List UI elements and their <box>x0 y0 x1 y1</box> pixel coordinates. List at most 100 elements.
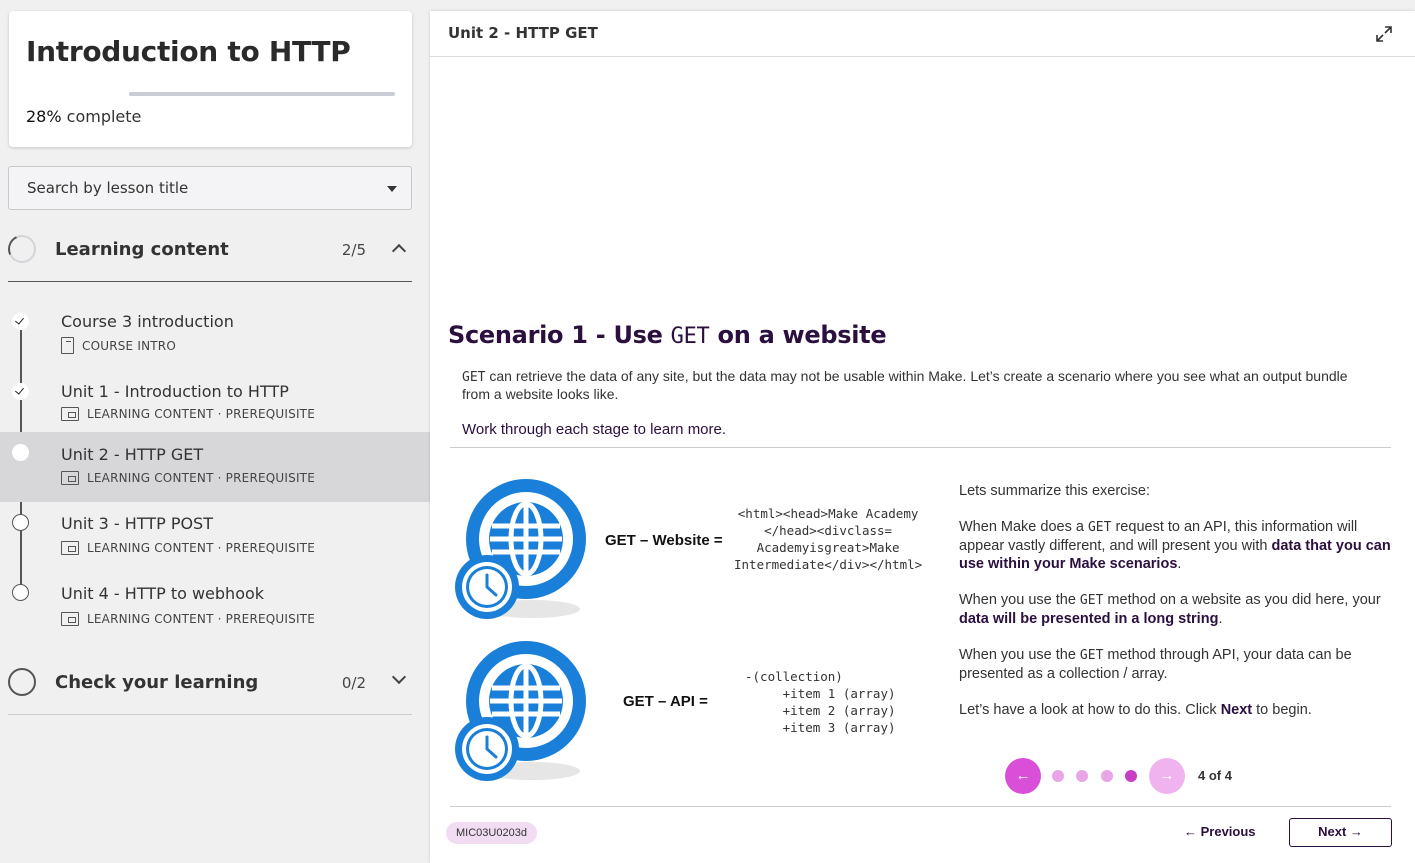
lesson-panel: Unit 2 - HTTP GET Scenario 1 - Use GET o… <box>430 11 1415 863</box>
pager-dot[interactable] <box>1076 770 1088 782</box>
presentation-icon <box>61 407 79 421</box>
summary-p4: When you use the GET method through API,… <box>959 646 1399 683</box>
lesson-meta: LEARNING CONTENT · PREREQUISITE <box>61 612 315 626</box>
section-learning-content[interactable]: Learning content 2/5 <box>4 228 412 272</box>
pager-prev-button[interactable]: ← <box>1005 758 1041 794</box>
lesson-meta: LEARNING CONTENT · PREREQUISITE <box>61 541 315 555</box>
lesson-course-3-introduction[interactable]: Course 3 introduction COURSE INTRO <box>0 300 430 370</box>
lesson-search-dropdown[interactable]: Search by lesson title <box>8 166 412 210</box>
lesson-name: Unit 3 - HTTP POST <box>61 514 213 533</box>
progress-text: 28% complete <box>26 107 141 126</box>
section-count: 2/5 <box>341 241 366 259</box>
lesson-unit-1[interactable]: Unit 1 - Introduction to HTTP LEARNING C… <box>0 370 430 440</box>
section-divider <box>8 281 412 282</box>
presentation-icon <box>61 471 79 485</box>
scenario-title: Scenario 1 - Use GET on a website <box>448 321 887 349</box>
chevron-up-icon[interactable] <box>391 243 407 259</box>
intro-text: can retrieve the data of any site, but t… <box>462 368 1348 402</box>
chevron-down-icon[interactable] <box>391 669 407 685</box>
summary-p5-text: Let’s have a look at how to do this. Cli… <box>959 702 1221 718</box>
summary-p3-text: . <box>1218 611 1223 627</box>
summary-p2-code: GET <box>1087 520 1112 535</box>
summary-p1: Lets summarize this exercise: <box>959 483 1150 499</box>
search-placeholder: Search by lesson title <box>27 179 189 197</box>
scenario-title-code: GET <box>670 324 710 349</box>
summary-p2: When Make does a GET request to an API, … <box>959 518 1399 573</box>
summary-p5-bold: Next <box>1220 702 1253 718</box>
lesson-tag: LEARNING CONTENT · PREREQUISITE <box>87 541 315 555</box>
api-code-sample: -(collection) +item 1 (array) +item 2 (a… <box>745 669 896 735</box>
work-through-text: Work through each stage to learn more. <box>462 421 727 438</box>
globe-clock-icon <box>455 479 586 619</box>
summary-p2-text: When Make does a <box>959 519 1088 535</box>
section-progress-ring-icon <box>8 668 36 696</box>
caret-down-icon <box>387 186 397 192</box>
lesson-status-circle-icon <box>12 514 29 531</box>
course-progress-bar <box>129 92 395 96</box>
lesson-name: Unit 4 - HTTP to webhook <box>61 584 265 603</box>
section-count: 0/2 <box>341 674 366 692</box>
section-divider <box>8 714 412 715</box>
lesson-meta: COURSE INTRO <box>61 337 176 354</box>
course-title: Introduction to HTTP <box>26 35 351 68</box>
expand-icon[interactable] <box>1375 25 1393 43</box>
course-progress-fill <box>129 92 204 96</box>
pager-dot[interactable] <box>1052 770 1064 782</box>
presentation-icon <box>61 541 79 555</box>
globe-clock-icon <box>455 641 586 781</box>
section-title: Check your learning <box>55 672 259 693</box>
scenario-title-post: on a website <box>709 321 887 349</box>
pager-dot[interactable] <box>1101 770 1113 782</box>
panel-header: Unit 2 - HTTP GET <box>430 11 1415 57</box>
pager-next-button[interactable]: → <box>1149 758 1185 794</box>
intro-code: GET <box>462 370 486 385</box>
get-website-label: GET – Website = <box>605 532 723 549</box>
summary-p5-text: to begin. <box>1252 702 1312 718</box>
footer-divider <box>450 806 1391 807</box>
pager-dot-active[interactable] <box>1125 770 1137 782</box>
get-api-label: GET – API = <box>623 693 708 710</box>
summary-p3-text: method on a website as you did here, you… <box>1103 592 1381 608</box>
lesson-unit-3[interactable]: Unit 3 - HTTP POST LEARNING CONTENT · PR… <box>0 511 430 581</box>
summary-p3-code: GET <box>1079 593 1104 608</box>
website-code-sample: <html><head>Make Academy </head><divclas… <box>734 506 923 572</box>
summary-p4-text: When you use the <box>959 647 1080 663</box>
course-card: Introduction to HTTP 28% complete <box>9 11 412 147</box>
summary-text: Lets summarize this exercise: When Make … <box>959 482 1399 737</box>
checkmark-icon <box>12 383 29 400</box>
section-title: Learning content <box>55 239 229 260</box>
lesson-meta: LEARNING CONTENT · PREREQUISITE <box>61 471 315 485</box>
lesson-meta: LEARNING CONTENT · PREREQUISITE <box>61 407 315 421</box>
progress-percent: 28% <box>26 107 62 126</box>
lesson-name: Unit 1 - Introduction to HTTP <box>61 382 289 401</box>
section-progress-ring-icon <box>4 231 40 267</box>
scenario-title-pre: Scenario 1 - Use <box>448 321 671 349</box>
current-lesson-dot-icon <box>12 444 29 461</box>
lesson-tag: COURSE INTRO <box>82 338 176 353</box>
presentation-icon <box>61 612 79 626</box>
lesson-tag: LEARNING CONTENT · PREREQUISITE <box>87 471 315 485</box>
pager-count: 4 of 4 <box>1198 768 1232 783</box>
document-icon <box>61 337 74 354</box>
summary-p2-text: . <box>1177 556 1182 572</box>
panel-title: Unit 2 - HTTP GET <box>448 24 598 42</box>
lesson-status-circle-icon <box>12 584 29 601</box>
section-check-your-learning[interactable]: Check your learning 0/2 <box>8 661 412 705</box>
content-divider <box>450 447 1391 448</box>
lesson-id-badge: MIC03U0203d <box>446 822 537 844</box>
summary-p5: Let’s have a look at how to do this. Cli… <box>959 701 1399 719</box>
summary-p3-text: When you use the <box>959 592 1080 608</box>
lesson-name: Course 3 introduction <box>61 312 234 331</box>
lesson-tag: LEARNING CONTENT · PREREQUISITE <box>87 612 315 626</box>
progress-suffix: complete <box>61 107 142 126</box>
lesson-unit-2-active[interactable]: Unit 2 - HTTP GET LEARNING CONTENT · PRE… <box>0 432 430 502</box>
lesson-tag: LEARNING CONTENT · PREREQUISITE <box>87 407 315 421</box>
checkmark-icon <box>12 313 29 330</box>
previous-button[interactable]: ← Previous <box>1184 824 1256 839</box>
scenario-intro: GET can retrieve the data of any site, b… <box>462 368 1372 403</box>
summary-p3: When you use the GET method on a website… <box>959 591 1399 628</box>
lesson-unit-4[interactable]: Unit 4 - HTTP to webhook LEARNING CONTEN… <box>0 581 430 651</box>
summary-p3-bold: data will be presented in a long string <box>959 611 1219 627</box>
next-button[interactable]: Next → <box>1289 818 1392 847</box>
summary-p4-code: GET <box>1079 648 1104 663</box>
